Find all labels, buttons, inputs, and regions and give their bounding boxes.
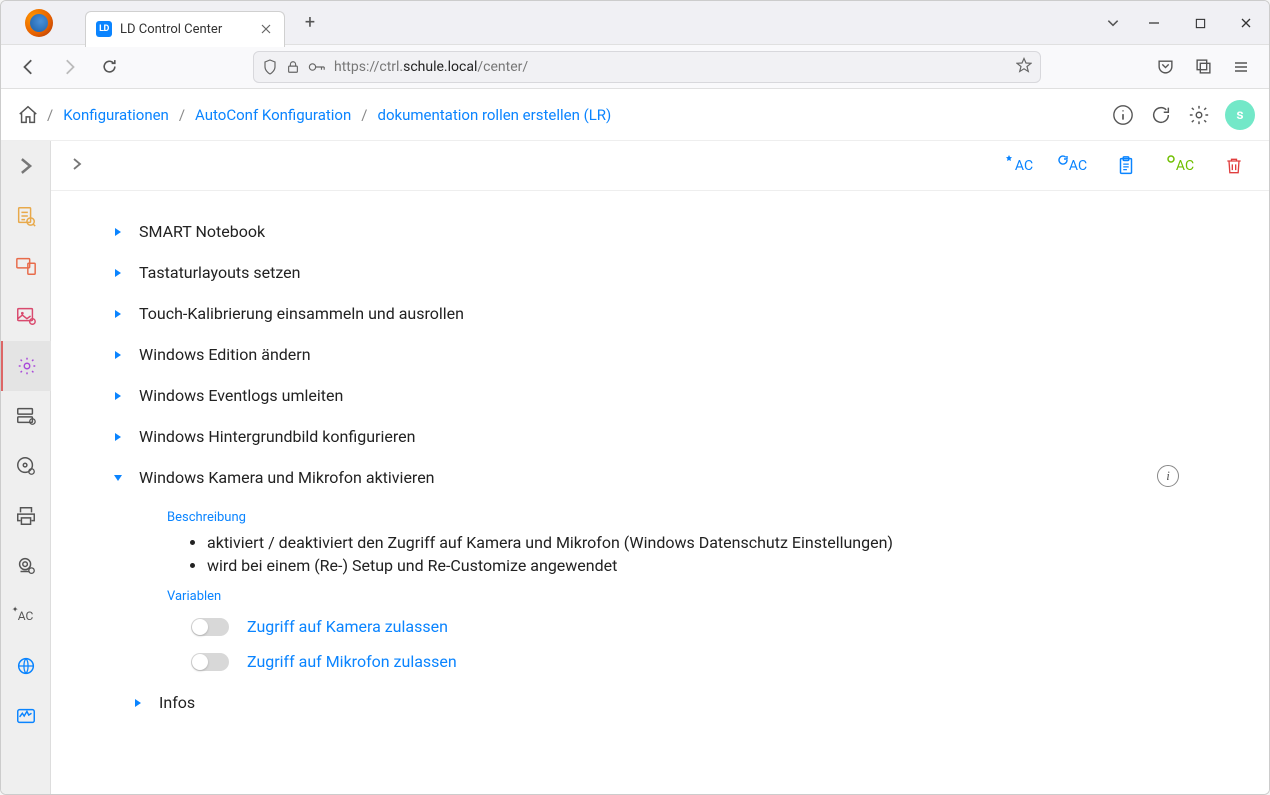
bookmark-star-icon[interactable] [1016, 57, 1032, 77]
breadcrumb-konfigurationen[interactable]: Konfigurationen [63, 106, 169, 124]
info-icon[interactable] [1111, 103, 1135, 127]
tree-item-label: SMART Notebook [139, 222, 265, 241]
toolbar-ac-green-icon[interactable]: AC [1163, 149, 1197, 183]
caret-right-icon [111, 348, 125, 362]
breadcrumb-separator: / [361, 106, 367, 124]
sidebar-expand-icon[interactable] [1, 141, 51, 191]
key-icon[interactable] [308, 60, 326, 74]
account-icon[interactable] [1187, 51, 1219, 83]
avatar[interactable]: s [1225, 100, 1255, 130]
shield-icon[interactable] [262, 59, 278, 75]
toolbar-ac-refresh-icon[interactable]: AC [1055, 149, 1089, 183]
sidebar: ✦AC [1, 141, 51, 794]
breadcrumb-separator: / [179, 106, 185, 124]
window-close-button[interactable] [1223, 1, 1269, 45]
toggle-kamera[interactable] [191, 618, 229, 636]
sidebar-item-print[interactable] [1, 491, 51, 541]
breadcrumb-separator: / [47, 106, 53, 124]
sidebar-item-storage[interactable] [1, 391, 51, 441]
tab-list-dropdown-icon[interactable] [1095, 1, 1131, 45]
tree-item-infos[interactable]: Infos [131, 682, 1209, 723]
caret-right-icon [111, 430, 125, 444]
toolbar-ac-magic-icon[interactable]: AC [1001, 149, 1035, 183]
section-beschreibung-label: Beschreibung [167, 510, 1209, 525]
caret-right-icon [111, 389, 125, 403]
description-list: aktiviert / deaktiviert den Zugriff auf … [207, 533, 1209, 575]
browser-tab[interactable]: LD LD Control Center [85, 11, 285, 47]
tree-item-windows-eventlogs[interactable]: Windows Eventlogs umleiten [111, 375, 1209, 416]
browser-toolbar: https://ctrl.schule.local/center/ [1, 45, 1269, 89]
description-item: aktiviert / deaktiviert den Zugriff auf … [207, 533, 1209, 552]
caret-right-icon [131, 696, 145, 710]
section-variablen-label: Variablen [167, 589, 1209, 604]
tree-item-windows-edition[interactable]: Windows Edition ändern [111, 334, 1209, 375]
variable-label-kamera[interactable]: Zugriff auf Kamera zulassen [247, 617, 448, 636]
app-menu-icon[interactable] [1225, 51, 1257, 83]
tree-item-label: Windows Eventlogs umleiten [139, 386, 343, 405]
tree-item-label: Tastaturlayouts setzen [139, 263, 300, 282]
info-icon[interactable]: i [1157, 465, 1179, 487]
sidebar-item-devices[interactable] [1, 241, 51, 291]
toggle-mikrofon[interactable] [191, 653, 229, 671]
app-header: / Konfigurationen / AutoConf Konfigurati… [1, 89, 1269, 141]
caret-right-icon [111, 266, 125, 280]
forward-button [53, 51, 85, 83]
sidebar-item-globe-gear[interactable] [1, 641, 51, 691]
variable-row-kamera: Zugriff auf Kamera zulassen [191, 612, 1209, 641]
pocket-icon[interactable] [1149, 51, 1181, 83]
new-tab-button[interactable]: + [295, 8, 325, 38]
tree-item-label: Windows Kamera und Mikrofon aktivieren [139, 468, 435, 487]
breadcrumb: / Konfigurationen / AutoConf Konfigurati… [47, 106, 611, 124]
variable-row-mikrofon: Zugriff auf Mikrofon zulassen [191, 647, 1209, 676]
tree-item-windows-hintergrundbild[interactable]: Windows Hintergrundbild konfigurieren [111, 416, 1209, 457]
tree-item-touch-kalibrierung[interactable]: Touch-Kalibrierung einsammeln und ausrol… [111, 293, 1209, 334]
toolbar-delete-icon[interactable] [1217, 149, 1251, 183]
sidebar-item-reports[interactable] [1, 191, 51, 241]
sidebar-item-camera[interactable] [1, 541, 51, 591]
sidebar-item-disc[interactable] [1, 441, 51, 491]
tree-item-label: Touch-Kalibrierung einsammeln und ausrol… [139, 304, 464, 323]
breadcrumb-current[interactable]: dokumentation rollen erstellen (LR) [377, 106, 611, 124]
caret-right-icon [111, 307, 125, 321]
content-toolbar: AC AC AC [51, 141, 1269, 191]
tree-item-label: Windows Edition ändern [139, 345, 311, 364]
tree-item-tastaturlayouts[interactable]: Tastaturlayouts setzen [111, 252, 1209, 293]
sidebar-item-activity[interactable] [1, 691, 51, 741]
breadcrumb-autoconf[interactable]: AutoConf Konfiguration [195, 106, 351, 124]
url-bar[interactable]: https://ctrl.schule.local/center/ [253, 51, 1041, 83]
url-text: https://ctrl.schule.local/center/ [334, 59, 1008, 75]
back-button[interactable] [13, 51, 45, 83]
caret-right-icon [111, 225, 125, 239]
window-minimize-button[interactable] [1131, 1, 1177, 45]
tree-scroll-area[interactable]: SMART Notebook Tastaturlayouts setzen To… [51, 191, 1269, 794]
sidebar-item-images[interactable] [1, 291, 51, 341]
close-tab-icon[interactable] [258, 21, 274, 37]
variable-label-mikrofon[interactable]: Zugriff auf Mikrofon zulassen [247, 652, 457, 671]
tab-title: LD Control Center [120, 22, 246, 37]
expand-panel-icon[interactable] [69, 156, 85, 176]
tree-item-label: Windows Hintergrundbild konfigurieren [139, 427, 415, 446]
description-item: wird bei einem (Re-) Setup und Re-Custom… [207, 556, 1209, 575]
tree-item-label: Infos [159, 693, 195, 712]
tree-item-smart-notebook[interactable]: SMART Notebook [111, 211, 1209, 252]
browser-titlebar: LD LD Control Center + [1, 1, 1269, 45]
home-icon[interactable] [17, 104, 39, 126]
window-maximize-button[interactable] [1177, 1, 1223, 45]
tree-item-windows-kamera-mikrofon[interactable]: Windows Kamera und Mikrofon aktivieren [111, 457, 1209, 498]
sidebar-item-settings[interactable] [1, 341, 51, 391]
toolbar-clipboard-icon[interactable] [1109, 149, 1143, 183]
firefox-logo-icon [25, 9, 53, 37]
settings-gear-icon[interactable] [1187, 103, 1211, 127]
lock-icon[interactable] [286, 60, 300, 74]
caret-down-icon [111, 471, 125, 485]
refresh-icon[interactable] [1149, 103, 1173, 127]
sidebar-item-ac[interactable]: ✦AC [1, 591, 51, 641]
tab-favicon-icon: LD [96, 21, 112, 37]
reload-button[interactable] [93, 51, 125, 83]
